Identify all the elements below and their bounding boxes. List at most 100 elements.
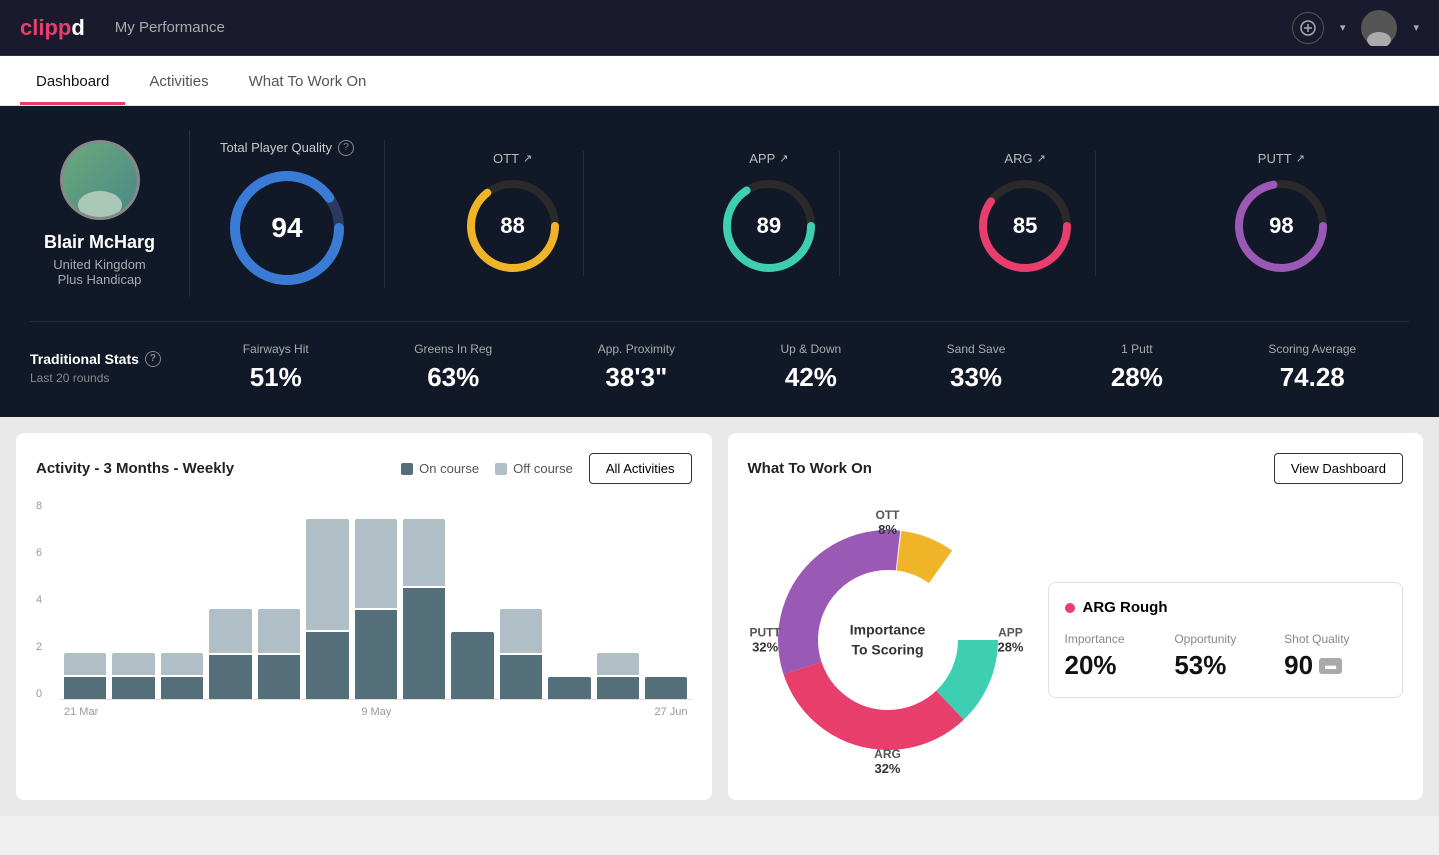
legend-off-course: Off course xyxy=(495,461,573,476)
traditional-stats: Traditional Stats ? Last 20 rounds Fairw… xyxy=(30,321,1409,393)
chart-legend: On course Off course xyxy=(401,461,573,476)
bar-group-3 xyxy=(209,500,251,699)
player-info: Blair McHarg United Kingdom Plus Handica… xyxy=(30,130,190,297)
avatar-dropdown[interactable]: ▾ xyxy=(1413,21,1419,34)
avatar[interactable] xyxy=(1361,10,1397,46)
bar-on-12 xyxy=(645,677,687,699)
bar-on-10 xyxy=(548,677,590,699)
metric-opportunity-value: 53% xyxy=(1174,650,1276,681)
bar-group-8 xyxy=(451,500,493,699)
stat-oneputt: 1 Putt 28% xyxy=(1111,342,1163,393)
header-title: My Performance xyxy=(115,19,1292,36)
bar-group-5 xyxy=(306,500,348,699)
stats-label: Traditional Stats ? xyxy=(30,351,190,367)
add-button[interactable] xyxy=(1292,12,1324,44)
tab-what-to-work-on[interactable]: What To Work On xyxy=(233,59,383,105)
view-dashboard-button[interactable]: View Dashboard xyxy=(1274,453,1403,484)
donut-center-label: ImportanceTo Scoring xyxy=(850,620,925,659)
bar-group-4 xyxy=(258,500,300,699)
app-ring: 89 xyxy=(719,176,819,276)
app-arrow: ↗ xyxy=(779,152,788,165)
total-quality-label: Total Player Quality ? xyxy=(220,140,354,156)
score-app: APP ↗ 89 xyxy=(699,151,840,276)
bar-on-6 xyxy=(355,610,397,699)
stat-updown: Up & Down 42% xyxy=(781,342,842,393)
score-putt: PUTT ↗ 98 xyxy=(1211,151,1351,276)
arg-label: ARG ↗ xyxy=(1004,151,1045,166)
bar-group-1 xyxy=(112,500,154,699)
main-content: Activity - 3 Months - Weekly On course O… xyxy=(0,417,1439,816)
score-arg: ARG ↗ 85 xyxy=(955,151,1096,276)
seg-label-putt: PUTT 32% xyxy=(750,626,781,655)
putt-label: PUTT ↗ xyxy=(1258,151,1305,166)
header-actions: ▾ ▾ xyxy=(1292,10,1419,46)
metric-shot-quality: Shot Quality 90 ▬ xyxy=(1284,632,1386,681)
total-quality: Total Player Quality ? 94 xyxy=(210,140,385,288)
info-icon-total[interactable]: ? xyxy=(338,140,354,156)
legend-dot-off xyxy=(495,463,507,475)
bar-group-9 xyxy=(500,500,542,699)
work-body: ImportanceTo Scoring OTT 8% APP 28% ARG … xyxy=(748,500,1404,780)
bar-off-4 xyxy=(258,609,300,653)
bar-off-5 xyxy=(306,519,348,630)
legend-dot-on xyxy=(401,463,413,475)
all-activities-button[interactable]: All Activities xyxy=(589,453,692,484)
work-card: What To Work On View Dashboard xyxy=(728,433,1424,800)
player-country: United Kingdom xyxy=(53,257,146,272)
detail-dot xyxy=(1065,603,1075,613)
stat-greens: Greens In Reg 63% xyxy=(414,342,492,393)
x-label-jun: 27 Jun xyxy=(654,706,687,718)
detail-card: ARG Rough Importance 20% Opportunity 53% xyxy=(1048,582,1404,698)
putt-value: 98 xyxy=(1269,213,1293,239)
bar-on-9 xyxy=(500,655,542,699)
stat-sandsave: Sand Save 33% xyxy=(947,342,1006,393)
bar-off-0 xyxy=(64,653,106,675)
metric-opportunity: Opportunity 53% xyxy=(1174,632,1276,681)
ott-value: 88 xyxy=(500,213,524,239)
activity-title: Activity - 3 Months - Weekly xyxy=(36,460,234,477)
bar-group-11 xyxy=(597,500,639,699)
ott-ring: 88 xyxy=(463,176,563,276)
y-label-8: 8 xyxy=(36,500,60,512)
ott-label: OTT ↗ xyxy=(493,151,532,166)
bar-on-5 xyxy=(306,632,348,699)
info-icon-stats[interactable]: ? xyxy=(145,351,161,367)
tab-activities[interactable]: Activities xyxy=(133,59,224,105)
total-score-value: 94 xyxy=(271,212,302,244)
x-label-may: 9 May xyxy=(361,706,391,718)
y-label-4: 4 xyxy=(36,594,60,606)
tabs: Dashboard Activities What To Work On xyxy=(0,56,1439,106)
work-header: What To Work On View Dashboard xyxy=(748,453,1404,484)
y-label-0: 0 xyxy=(36,688,60,700)
player-handicap: Plus Handicap xyxy=(58,272,142,287)
bar-on-11 xyxy=(597,677,639,699)
detail-title: ARG Rough xyxy=(1065,599,1387,616)
bar-on-1 xyxy=(112,677,154,699)
bar-off-2 xyxy=(161,653,203,675)
bar-group-10 xyxy=(548,500,590,699)
logo: clippd xyxy=(20,15,85,41)
seg-label-ott: OTT 8% xyxy=(876,508,900,537)
arg-arrow: ↗ xyxy=(1037,152,1046,165)
bar-on-2 xyxy=(161,677,203,699)
ott-arrow: ↗ xyxy=(523,152,532,165)
bar-off-1 xyxy=(112,653,154,675)
bar-off-11 xyxy=(597,653,639,675)
bar-group-0 xyxy=(64,500,106,699)
add-dropdown[interactable]: ▾ xyxy=(1340,21,1346,34)
detail-metrics: Importance 20% Opportunity 53% Shot Qual… xyxy=(1065,632,1387,681)
bar-group-6 xyxy=(355,500,397,699)
arg-ring: 85 xyxy=(975,176,1075,276)
seg-label-arg: ARG 32% xyxy=(874,747,901,776)
bar-on-8 xyxy=(451,632,493,699)
hero-section: Blair McHarg United Kingdom Plus Handica… xyxy=(0,106,1439,417)
metric-importance-value: 20% xyxy=(1065,650,1167,681)
app-value: 89 xyxy=(757,213,781,239)
bar-on-3 xyxy=(209,655,251,699)
legend-on-course: On course xyxy=(401,461,479,476)
bar-on-0 xyxy=(64,677,106,699)
tab-dashboard[interactable]: Dashboard xyxy=(20,59,125,105)
bar-group-2 xyxy=(161,500,203,699)
score-ott: OTT ↗ 88 xyxy=(443,151,584,276)
stats-label-section: Traditional Stats ? Last 20 rounds xyxy=(30,351,190,385)
